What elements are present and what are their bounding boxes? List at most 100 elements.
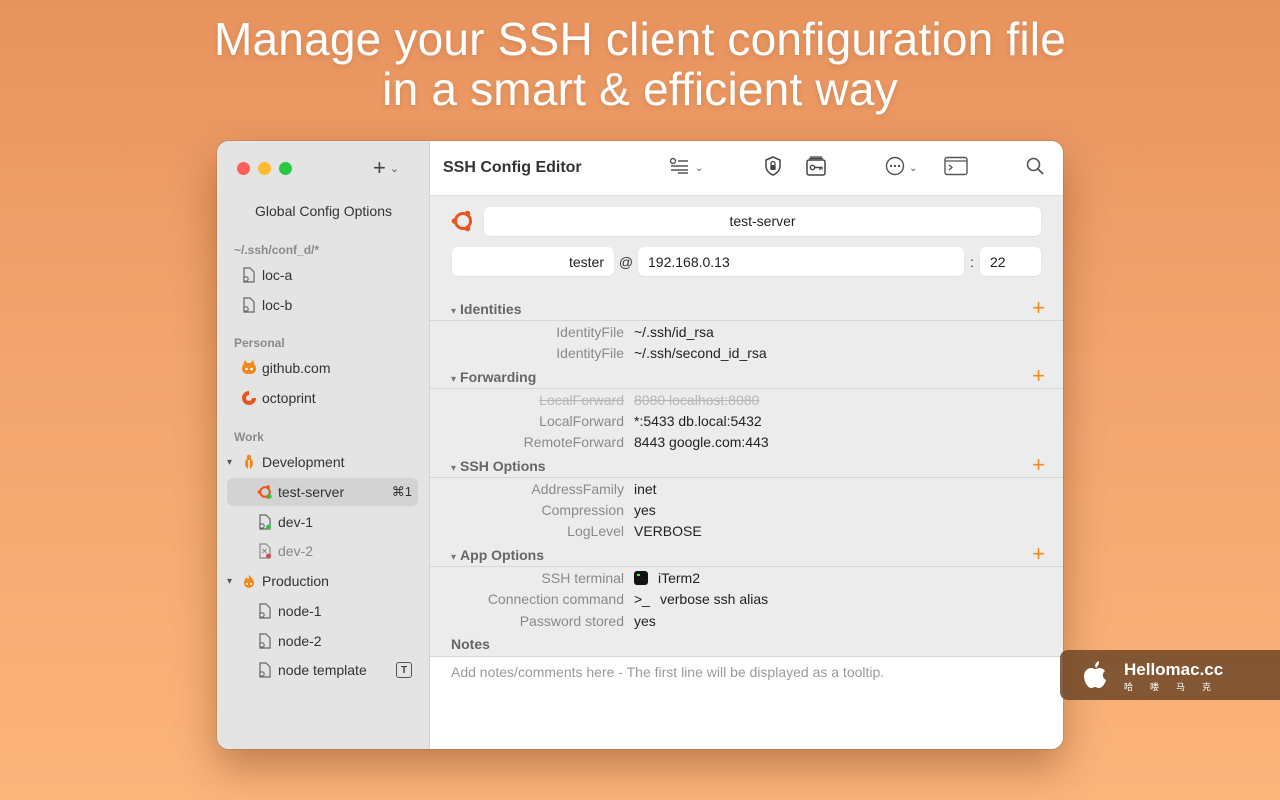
- chevron-down-icon[interactable]: ▾: [227, 457, 239, 468]
- minimize-window-button[interactable]: [258, 162, 271, 175]
- section-personal: Personal: [234, 336, 285, 350]
- chevron-down-icon: ⌄: [695, 162, 704, 174]
- chevron-down-icon: ⌄: [909, 162, 918, 174]
- sidebar-item-dev-2[interactable]: dev-2: [257, 537, 418, 565]
- file-link-icon: [241, 297, 257, 313]
- main-panel: SSH Config Editor ⌄ ⌄ test-server tester…: [430, 141, 1063, 749]
- headline-line-1: Manage your SSH client configuration fil…: [214, 13, 1066, 65]
- option-value[interactable]: ~/.ssh/id_rsa: [634, 324, 714, 340]
- option-value[interactable]: >_ verbose ssh alias: [634, 591, 768, 607]
- security-button[interactable]: [764, 155, 782, 180]
- terminal-icon: [944, 156, 968, 181]
- sidebar-item-label: loc-a: [262, 267, 293, 283]
- add-forwarding-button[interactable]: +: [1032, 363, 1045, 389]
- option-value[interactable]: VERBOSE: [634, 523, 702, 539]
- sidebar-item-label: dev-1: [278, 514, 314, 530]
- sidebar-item-label: octoprint: [262, 390, 316, 406]
- option-value[interactable]: inet: [634, 481, 657, 497]
- option-row[interactable]: RemoteForward 8443 google.com:443: [430, 432, 1063, 453]
- option-row[interactable]: SSH terminal iTerm2: [430, 568, 1063, 589]
- option-value[interactable]: yes: [634, 502, 656, 518]
- group-label: Development: [262, 454, 345, 470]
- at-sign: @: [618, 253, 634, 270]
- group-bug-icon: [241, 454, 257, 470]
- user-field[interactable]: tester: [452, 247, 614, 276]
- option-value[interactable]: ~/.ssh/second_id_rsa: [634, 345, 767, 361]
- option-key: IdentityFile: [556, 345, 624, 361]
- sidebar-item-label: dev-2: [278, 543, 314, 559]
- sidebar-item-github[interactable]: github.com: [241, 354, 418, 382]
- close-window-button[interactable]: [237, 162, 250, 175]
- ubuntu-icon: [257, 484, 273, 500]
- connection-row: tester @ 192.168.0.13 : 22: [452, 247, 1041, 276]
- group-fire-icon: [241, 573, 257, 589]
- option-row[interactable]: Password stored yes: [430, 611, 1063, 632]
- iterm-icon: [634, 571, 648, 585]
- group-label: Production: [262, 573, 329, 589]
- sidebar-item-dev-1[interactable]: dev-1: [257, 508, 418, 536]
- sidebar-item-node-template[interactable]: node template T: [257, 656, 418, 684]
- section-notes: Notes: [430, 632, 1063, 656]
- sidebar-item-loc-b[interactable]: loc-b: [241, 291, 418, 319]
- global-config-options[interactable]: Global Config Options: [217, 203, 430, 219]
- group-production[interactable]: ▾ Production: [227, 567, 418, 595]
- file-link-icon: [257, 603, 273, 619]
- sidebar-item-label: test-server: [278, 484, 345, 500]
- ubuntu-logo-icon[interactable]: [450, 208, 476, 234]
- section-ssh-options: ▾ SSH Options +: [430, 452, 1063, 478]
- option-value[interactable]: *:5433 db.local:5432: [634, 413, 762, 429]
- option-row[interactable]: LogLevel VERBOSE: [430, 521, 1063, 542]
- sidebar-item-test-server[interactable]: test-server ⌘1: [227, 478, 418, 506]
- option-row[interactable]: IdentityFile ~/.ssh/second_id_rsa: [430, 343, 1063, 364]
- option-value[interactable]: iTerm2: [634, 570, 700, 586]
- keyboard-shortcut: ⌘1: [391, 484, 412, 499]
- section-toggle[interactable]: ▾ App Options: [451, 547, 544, 563]
- chevron-down-icon: ⌄: [389, 162, 400, 175]
- chevron-down-icon[interactable]: ▾: [227, 576, 239, 587]
- zoom-window-button[interactable]: [279, 162, 292, 175]
- sidebar-item-octoprint[interactable]: octoprint: [241, 384, 418, 412]
- chevron-down-icon: ▾: [451, 306, 457, 317]
- add-app-option-button[interactable]: +: [1032, 541, 1045, 567]
- option-row[interactable]: LocalForward *:5433 db.local:5432: [430, 411, 1063, 432]
- add-identity-button[interactable]: +: [1032, 295, 1045, 321]
- notes-textarea[interactable]: Add notes/comments here - The first line…: [430, 656, 1063, 749]
- option-value[interactable]: 8080 localhost:8080: [634, 392, 759, 408]
- section-toggle[interactable]: ▾ Forwarding: [451, 369, 536, 385]
- window-controls: [237, 162, 292, 175]
- more-actions-button[interactable]: ⌄: [885, 156, 917, 180]
- section-toggle[interactable]: ▾ Identities: [451, 301, 522, 317]
- add-ssh-option-button[interactable]: +: [1032, 452, 1045, 478]
- group-development[interactable]: ▾ Development: [227, 448, 418, 476]
- option-value[interactable]: 8443 google.com:443: [634, 434, 769, 450]
- option-row[interactable]: AddressFamily inet: [430, 479, 1063, 500]
- option-row[interactable]: Connection command >_ verbose ssh alias: [430, 589, 1063, 610]
- sidebar-item-label: loc-b: [262, 297, 293, 313]
- option-row-disabled[interactable]: LocalForward 8080 localhost:8080: [430, 390, 1063, 411]
- host-name-row: test-server: [450, 206, 1043, 236]
- file-link-icon: [257, 633, 273, 649]
- search-button[interactable]: [1026, 156, 1044, 180]
- sidebar-item-node-2[interactable]: node-2: [257, 627, 418, 655]
- file-offline-icon: [257, 543, 273, 559]
- section-title: Forwarding: [460, 369, 537, 385]
- option-row[interactable]: IdentityFile ~/.ssh/id_rsa: [430, 322, 1063, 343]
- port-separator: :: [970, 253, 974, 270]
- view-options-button[interactable]: ⌄: [669, 156, 703, 180]
- file-link-icon: [257, 662, 273, 678]
- section-toggle[interactable]: ▾ SSH Options: [451, 458, 546, 474]
- add-host-button[interactable]: + ⌄: [373, 155, 399, 181]
- command-prompt-icon: >_: [634, 591, 650, 607]
- option-row[interactable]: Compression yes: [430, 500, 1063, 521]
- section-title: Identities: [460, 301, 522, 317]
- port-field[interactable]: 22: [980, 247, 1041, 276]
- option-value[interactable]: yes: [634, 613, 656, 629]
- host-name-field[interactable]: test-server: [484, 206, 1041, 236]
- address-field[interactable]: 192.168.0.13: [638, 247, 964, 276]
- sidebar-item-loc-a[interactable]: loc-a: [241, 261, 418, 289]
- key-manager-button[interactable]: [805, 155, 827, 180]
- open-terminal-button[interactable]: [944, 156, 968, 180]
- file-online-icon: [257, 514, 273, 530]
- sidebar-item-label: node template: [278, 662, 367, 678]
- sidebar-item-node-1[interactable]: node-1: [257, 597, 418, 625]
